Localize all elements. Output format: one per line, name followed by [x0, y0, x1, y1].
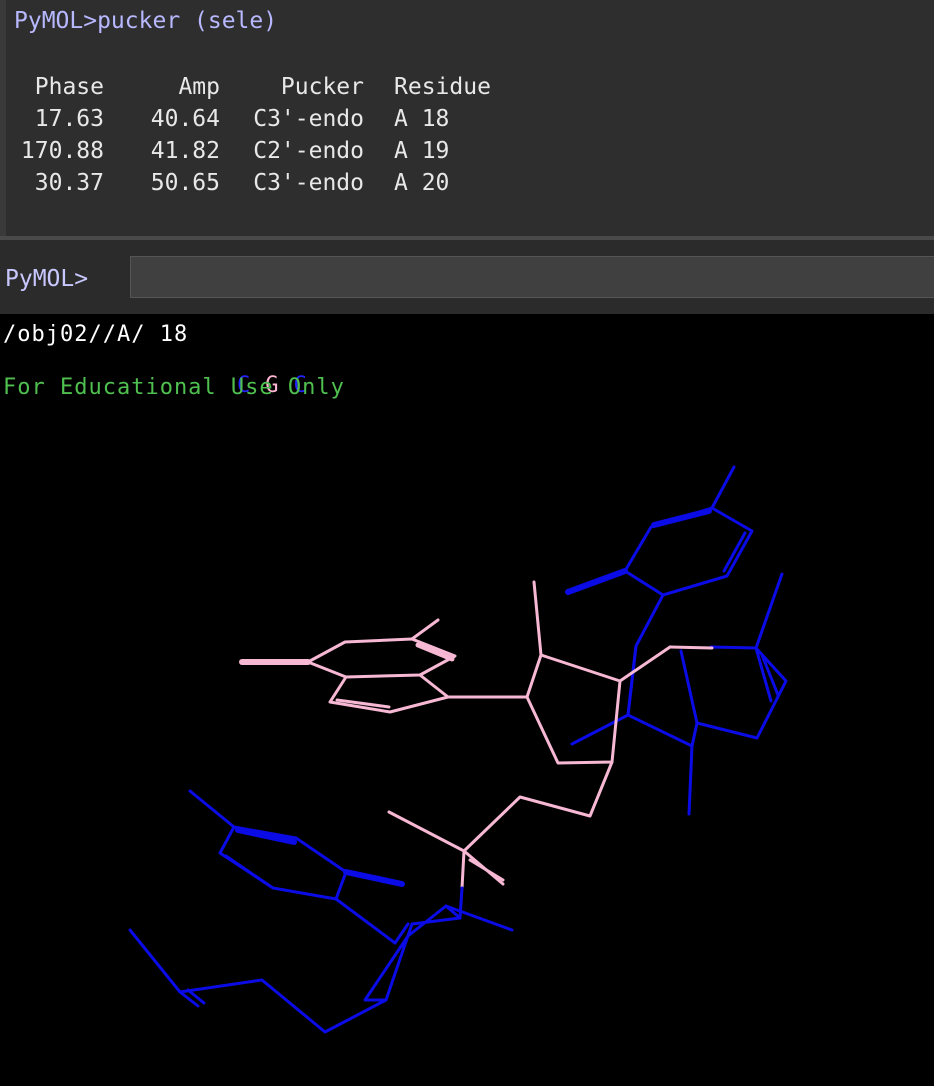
prompt-label: PyMOL> [5, 266, 89, 292]
cell-pucker: C3'-endo [253, 170, 364, 196]
header-phase: Phase [34, 74, 104, 100]
pucker-results-table: Phase Amp Pucker Residue 17.63 40.64 C3'… [10, 71, 534, 199]
cell-pucker: C2'-endo [253, 138, 364, 164]
command-bar: PyMOL> [0, 240, 934, 314]
table-row: 170.88 41.82 C2'-endo A 19 [10, 135, 534, 167]
cell-amp: 50.65 [150, 170, 220, 196]
table-row: 30.37 50.65 C3'-endo A 20 [10, 167, 534, 199]
cell-phase: 17.63 [34, 106, 104, 132]
output-console[interactable]: ··· ··· ··· PyMOL>pucker (sele) Phase Am… [0, 0, 934, 236]
selection-label: /obj02//A/ 18 [3, 322, 189, 347]
table-header-row: Phase Amp Pucker Residue [10, 71, 534, 103]
header-amp: Amp [178, 74, 220, 100]
command-input[interactable] [130, 256, 934, 298]
educational-watermark: For Educational Use Only [3, 375, 345, 400]
cell-amp: 40.64 [150, 106, 220, 132]
cell-phase: 30.37 [34, 170, 104, 196]
cell-residue: A 19 [394, 138, 450, 164]
cell-phase: 170.88 [20, 138, 104, 164]
pink-residue-middle [239, 580, 714, 890]
cell-amp: 41.82 [150, 138, 220, 164]
molecular-viewer[interactable]: /obj02//A/ 18 CGC For Educational Use On… [0, 314, 934, 1086]
cell-residue: A 18 [394, 106, 450, 132]
molecule-render[interactable] [0, 314, 934, 1086]
header-residue: Residue [394, 74, 491, 100]
cell-residue: A 20 [394, 170, 450, 196]
cell-pucker: C3'-endo [253, 106, 364, 132]
blue-residue-lower [128, 789, 514, 1034]
header-pucker: Pucker [280, 74, 364, 100]
command-echo: PyMOL>pucker (sele) [14, 8, 278, 34]
table-row: 17.63 40.64 C3'-endo A 18 [10, 103, 534, 135]
